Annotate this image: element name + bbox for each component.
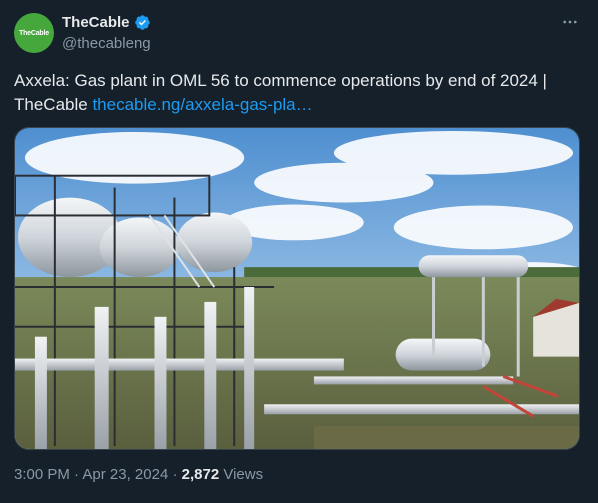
avatar[interactable]: TheCable	[14, 13, 54, 53]
author-handle[interactable]: @thecableng	[62, 35, 151, 52]
tweet-meta: 3:00 PM · Apr 23, 2024 · 2,872 Views	[14, 466, 263, 483]
tweet-time[interactable]: 3:00 PM	[14, 466, 70, 483]
gas-plant-photo	[15, 128, 579, 449]
meta-separator: ·	[74, 466, 80, 483]
tweet-text: Axxela: Gas plant in OML 56 to commence …	[14, 69, 584, 117]
tweet: TheCable TheCable @thecableng Axxela: Ga…	[0, 0, 598, 503]
meta-separator-2: ·	[172, 466, 178, 483]
tweet-date[interactable]: Apr 23, 2024	[82, 466, 168, 483]
tweet-link[interactable]: thecable.ng/axxela-gas-pla…	[92, 95, 312, 114]
author-name-row: TheCable	[62, 14, 151, 31]
views-count: 2,872	[181, 466, 220, 483]
tweet-image[interactable]	[14, 127, 580, 450]
views-label: Views	[223, 466, 264, 483]
display-name[interactable]: TheCable	[62, 14, 130, 31]
avatar-text: TheCable	[19, 29, 49, 37]
more-options-icon[interactable]	[560, 12, 580, 32]
verified-badge-icon	[134, 15, 150, 30]
